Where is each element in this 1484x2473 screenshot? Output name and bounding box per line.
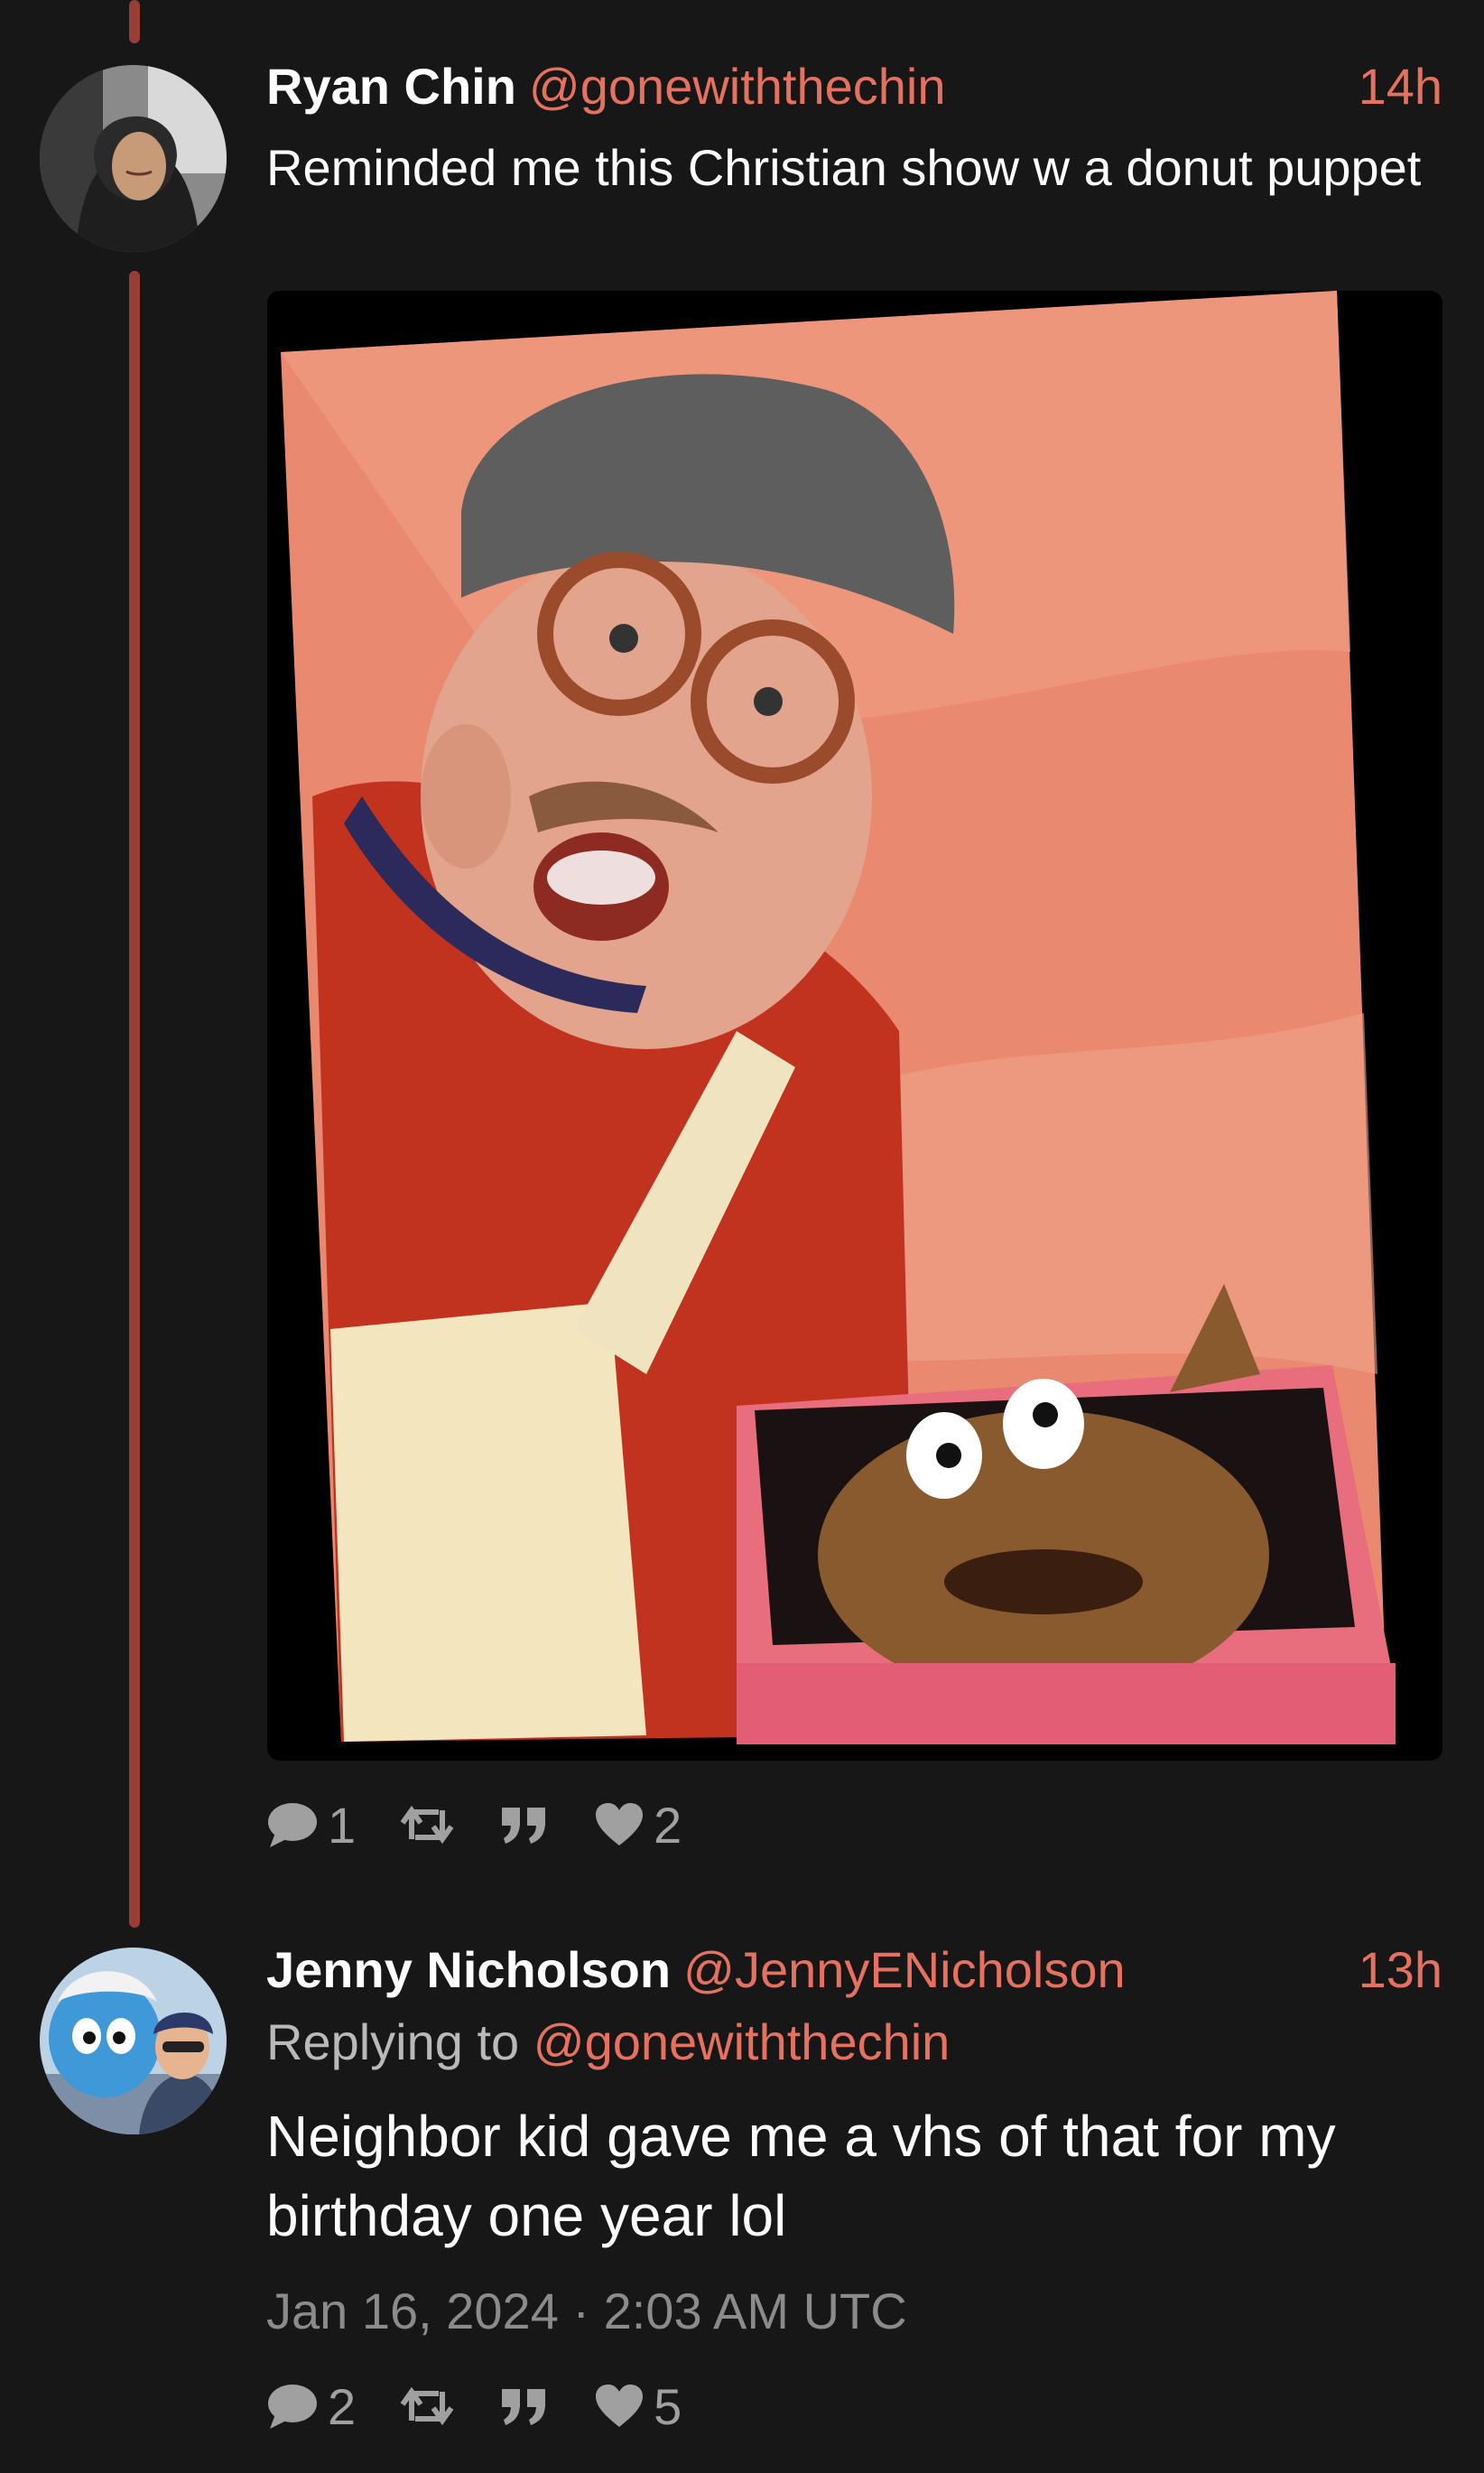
post-image[interactable] [267,291,1442,1761]
quote-button[interactable] [498,1804,551,1845]
heart-icon [596,1803,644,1845]
author-handle[interactable]: @gonewiththechin [529,58,946,115]
reply-button[interactable]: 2 [266,2377,356,2436]
like-button[interactable]: 5 [594,2377,682,2436]
post-time[interactable]: 13h [1359,1934,1442,2006]
thread-line-top [129,0,140,43]
repost-arrows-icon [400,2386,454,2426]
author-name[interactable]: Ryan Chin [266,58,516,115]
avatar-ryan-chin[interactable] [40,65,227,252]
quote-marks-icon [502,1808,546,1844]
post-date[interactable]: Jan 16, 2024 · 2:03 AM UTC [266,2275,907,2347]
post-text: Reminded me this Christian show w a donu… [266,139,1422,196]
quote-marks-icon [502,2389,546,2425]
like-button[interactable]: 2 [594,1796,682,1855]
repost-arrows-icon [400,1805,454,1845]
post-actions: 2 5 [266,2375,725,2438]
replying-to-label: Replying to [266,2013,533,2070]
reply-count: 2 [328,2377,357,2435]
post-header: Jenny Nicholson @JennyENicholson 13h [266,1934,1442,2006]
replying-to: Replying to @gonewiththechin [266,2006,950,2078]
post-actions: 1 2 [266,1793,725,1856]
like-count: 5 [654,2377,682,2435]
author-handle[interactable]: @JennyENicholson [683,1941,1126,1998]
post-time[interactable]: 14h [1359,51,1442,123]
avatar-jenny-nicholson[interactable] [40,1948,227,2134]
like-count: 2 [654,1796,682,1854]
repost-button[interactable] [399,2385,455,2428]
author-name[interactable]: Jenny Nicholson [266,1941,671,1998]
heart-icon [596,2385,644,2427]
quote-button[interactable] [498,2385,551,2427]
replying-to-handle[interactable]: @gonewiththechin [533,2013,951,2070]
post-header: Ryan Chin @gonewiththechin 14h [266,51,1442,123]
speech-bubble-icon [268,2385,317,2429]
post-text: Neighbor kid gave me a vhs of that for m… [266,2104,1336,2248]
reply-button[interactable]: 1 [266,1796,356,1855]
thread-line [129,271,140,1928]
reply-count: 1 [328,1796,357,1854]
speech-bubble-icon [268,1803,317,1847]
repost-button[interactable] [399,1803,455,1846]
